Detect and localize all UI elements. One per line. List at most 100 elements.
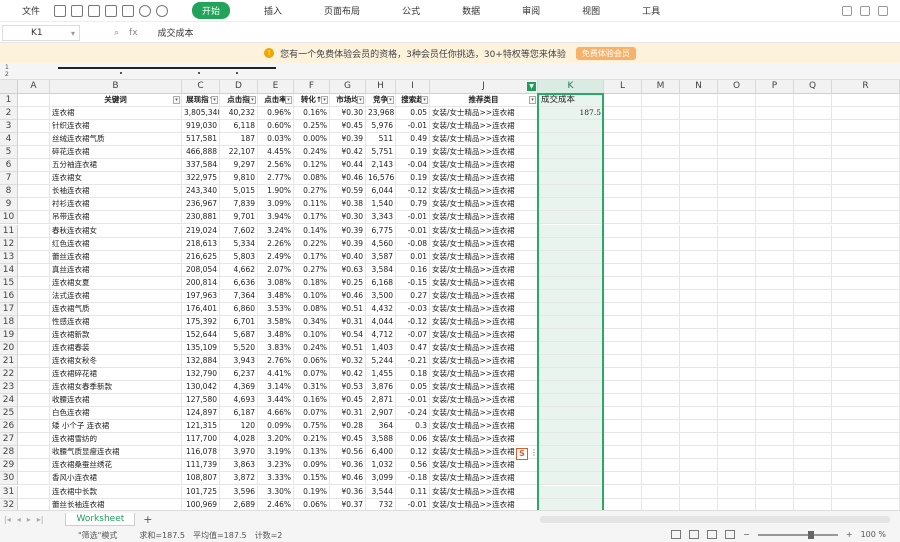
row-header[interactable]: 25 bbox=[0, 407, 18, 421]
cell-I9[interactable]: 0.79 bbox=[396, 198, 430, 212]
cell-I24[interactable]: -0.01 bbox=[396, 394, 430, 408]
cell-K5[interactable] bbox=[538, 146, 604, 160]
cell-Q18[interactable] bbox=[794, 315, 832, 329]
redo-icon[interactable] bbox=[156, 4, 169, 17]
cell-A5[interactable] bbox=[18, 146, 50, 160]
cell-J23[interactable]: 女装/女士精品>>连衣裙 bbox=[430, 381, 538, 395]
cell-O32[interactable] bbox=[718, 498, 756, 510]
cell-O14[interactable] bbox=[718, 263, 756, 277]
cell-H24[interactable]: 2,871 bbox=[366, 394, 396, 408]
cell-C26[interactable]: 121,315 bbox=[182, 420, 220, 434]
cell-B21[interactable]: 连衣裙女秋冬 bbox=[50, 355, 182, 369]
cell-F23[interactable]: 0.31% bbox=[294, 381, 330, 395]
column-header-G[interactable]: G bbox=[330, 80, 366, 94]
cell-E1[interactable]: 点击率 ▾ bbox=[258, 94, 294, 108]
cell-O7[interactable] bbox=[718, 172, 756, 186]
cell-C1[interactable]: 展现指↑ ▾ bbox=[182, 94, 220, 108]
cell-J9[interactable]: 女装/女士精品>>连衣裙 bbox=[430, 198, 538, 212]
cell-A7[interactable] bbox=[18, 172, 50, 186]
cell-E17[interactable]: 3.53% bbox=[258, 302, 294, 316]
cell-K10[interactable] bbox=[538, 211, 604, 225]
cell-P11[interactable] bbox=[756, 224, 794, 238]
cell-M16[interactable] bbox=[642, 289, 680, 303]
cell-E16[interactable]: 3.48% bbox=[258, 289, 294, 303]
cell-C15[interactable]: 200,814 bbox=[182, 276, 220, 290]
cell-H12[interactable]: 4,560 bbox=[366, 237, 396, 251]
cell-B8[interactable]: 长袖连衣裙 bbox=[50, 185, 182, 199]
cell-E14[interactable]: 2.07% bbox=[258, 263, 294, 277]
cell-O29[interactable] bbox=[718, 459, 756, 473]
save-icon[interactable] bbox=[88, 4, 101, 17]
cell-F8[interactable]: 0.27% bbox=[294, 185, 330, 199]
cell-C16[interactable]: 197,963 bbox=[182, 289, 220, 303]
cell-N30[interactable] bbox=[680, 472, 718, 486]
cell-K23[interactable] bbox=[538, 381, 604, 395]
cell-D24[interactable]: 4,693 bbox=[220, 394, 258, 408]
cell-B2[interactable]: 连衣裙 bbox=[50, 107, 182, 121]
zoom-out-icon[interactable]: − bbox=[743, 530, 750, 539]
cell-C8[interactable]: 243,340 bbox=[182, 185, 220, 199]
cell-G21[interactable]: ¥0.32 bbox=[330, 355, 366, 369]
cell-R29[interactable] bbox=[832, 459, 900, 473]
cell-M19[interactable] bbox=[642, 328, 680, 342]
cell-G5[interactable]: ¥0.42 bbox=[330, 146, 366, 160]
cell-A32[interactable] bbox=[18, 498, 50, 510]
cell-Q7[interactable] bbox=[794, 172, 832, 186]
cell-H18[interactable]: 4,044 bbox=[366, 315, 396, 329]
cell-H5[interactable]: 5,751 bbox=[366, 146, 396, 160]
cell-E24[interactable]: 3.44% bbox=[258, 394, 294, 408]
add-sheet-button[interactable]: + bbox=[143, 513, 152, 526]
cell-J18[interactable]: 女装/女士精品>>连衣裙 bbox=[430, 315, 538, 329]
row-header[interactable]: 7 bbox=[0, 172, 18, 186]
cell-A20[interactable] bbox=[18, 341, 50, 355]
input-method-menu-icon[interactable]: ⋮ bbox=[530, 448, 538, 460]
menu-file[interactable]: 文件 bbox=[22, 4, 40, 17]
more-icon[interactable] bbox=[860, 6, 870, 16]
row-header[interactable]: 30 bbox=[0, 472, 18, 486]
cell-Q14[interactable] bbox=[794, 263, 832, 277]
cell-E15[interactable]: 3.08% bbox=[258, 276, 294, 290]
cell-D29[interactable]: 3,863 bbox=[220, 459, 258, 473]
cell-Q32[interactable] bbox=[794, 498, 832, 510]
cell-A27[interactable] bbox=[18, 433, 50, 447]
cell-I6[interactable]: -0.04 bbox=[396, 159, 430, 173]
cell-J8[interactable]: 女装/女士精品>>连衣裙 bbox=[430, 185, 538, 199]
cell-K22[interactable] bbox=[538, 368, 604, 382]
cell-H7[interactable]: 16,576 bbox=[366, 172, 396, 186]
cell-R8[interactable] bbox=[832, 185, 900, 199]
cell-O26[interactable] bbox=[718, 420, 756, 434]
row-header[interactable]: 10 bbox=[0, 211, 18, 225]
row-header[interactable]: 28 bbox=[0, 446, 18, 460]
cell-D5[interactable]: 22,107 bbox=[220, 146, 258, 160]
cell-G17[interactable]: ¥0.51 bbox=[330, 302, 366, 316]
cell-G1[interactable]: 市场均 ▾ bbox=[330, 94, 366, 108]
cell-H22[interactable]: 1,455 bbox=[366, 368, 396, 382]
cell-E32[interactable]: 2.46% bbox=[258, 498, 294, 510]
cell-A4[interactable] bbox=[18, 133, 50, 147]
cell-B7[interactable]: 连衣裙女 bbox=[50, 172, 182, 186]
cell-C23[interactable]: 130,042 bbox=[182, 381, 220, 395]
cell-G32[interactable]: ¥0.37 bbox=[330, 498, 366, 510]
cell-P13[interactable] bbox=[756, 250, 794, 264]
cell-A22[interactable] bbox=[18, 368, 50, 382]
cell-M22[interactable] bbox=[642, 368, 680, 382]
cell-P23[interactable] bbox=[756, 381, 794, 395]
cell-C17[interactable]: 176,401 bbox=[182, 302, 220, 316]
cell-R2[interactable] bbox=[832, 107, 900, 121]
cell-J15[interactable]: 女装/女士精品>>连衣裙 bbox=[430, 276, 538, 290]
cell-Q19[interactable] bbox=[794, 328, 832, 342]
cell-E10[interactable]: 3.94% bbox=[258, 211, 294, 225]
cell-Q22[interactable] bbox=[794, 368, 832, 382]
outline-level-2[interactable]: 2 bbox=[5, 71, 9, 78]
cell-J29[interactable]: 女装/女士精品>>连衣裙 bbox=[430, 459, 538, 473]
cell-K11[interactable] bbox=[538, 224, 604, 238]
cell-N24[interactable] bbox=[680, 394, 718, 408]
cell-M14[interactable] bbox=[642, 263, 680, 277]
cell-P27[interactable] bbox=[756, 433, 794, 447]
cell-Q28[interactable] bbox=[794, 446, 832, 460]
cell-M13[interactable] bbox=[642, 250, 680, 264]
cell-N27[interactable] bbox=[680, 433, 718, 447]
cell-I5[interactable]: 0.19 bbox=[396, 146, 430, 160]
cell-K29[interactable] bbox=[538, 459, 604, 473]
cell-G14[interactable]: ¥0.63 bbox=[330, 263, 366, 277]
